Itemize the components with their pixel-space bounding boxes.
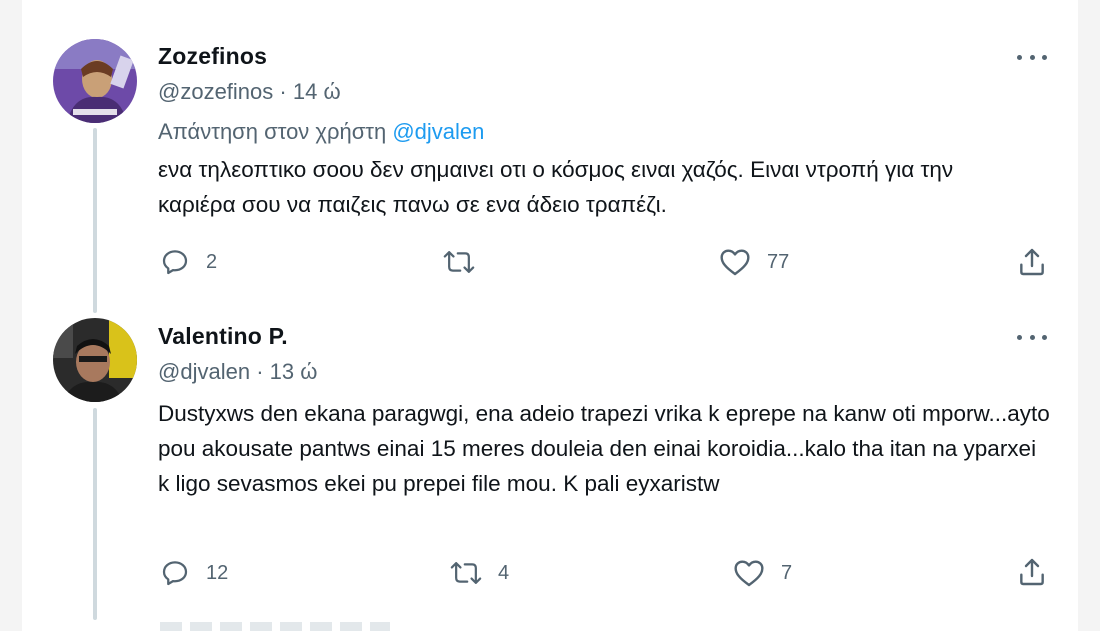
author-name[interactable]: Valentino P. <box>158 323 288 350</box>
share-icon <box>1020 248 1044 276</box>
more-icon[interactable] <box>1017 327 1047 347</box>
thread-line-top <box>93 128 97 313</box>
thread-line-bottom <box>93 408 97 620</box>
tweet-text: ενα τηλεοπτικο σοου δεν σημαινει οτι ο κ… <box>158 157 954 217</box>
tweet-time[interactable]: 14 ώ <box>293 79 341 104</box>
tweet-time[interactable]: 13 ώ <box>270 359 318 384</box>
like-button[interactable]: 77 <box>719 247 789 277</box>
reply-to-prefix: Απάντηση στον χρήστη <box>158 119 387 144</box>
reply-to-mention[interactable]: @djvalen <box>392 119 484 144</box>
next-tweet-cutoff <box>160 622 390 631</box>
avatar-zozefinos[interactable] <box>53 39 137 123</box>
retweet-button[interactable] <box>443 247 491 277</box>
like-icon <box>734 560 764 587</box>
retweet-icon <box>443 251 475 273</box>
like-button[interactable]: 7 <box>733 558 792 588</box>
share-icon <box>1020 558 1044 586</box>
tweet-text: Dustyxws den ekana paragwgi, ena adeio t… <box>158 401 1050 496</box>
author-handle[interactable]: @djvalen <box>158 359 250 384</box>
author-name[interactable]: Zozefinos <box>158 43 267 70</box>
share-button[interactable] <box>1016 246 1048 278</box>
reply-to-line: Απάντηση στον χρήστη @djvalen <box>158 119 484 145</box>
avatar-djvalen[interactable] <box>53 318 137 402</box>
separator: · <box>256 359 264 384</box>
reply-button[interactable]: 12 <box>160 558 228 588</box>
more-icon[interactable] <box>1017 47 1047 67</box>
author-handle[interactable]: @zozefinos <box>158 79 273 104</box>
like-count: 77 <box>767 250 790 273</box>
share-button[interactable] <box>1016 556 1048 588</box>
reply-button[interactable]: 2 <box>160 247 217 277</box>
separator: · <box>279 79 287 104</box>
like-icon <box>720 249 750 276</box>
retweet-button[interactable]: 4 <box>450 558 509 588</box>
author-handle-time: @zozefinos · 14 ώ <box>158 79 341 105</box>
retweet-icon <box>450 562 482 584</box>
like-count: 7 <box>781 561 793 584</box>
reply-count: 12 <box>206 561 229 584</box>
reply-icon <box>162 561 188 586</box>
reply-icon <box>162 250 188 275</box>
retweet-count: 4 <box>498 561 510 584</box>
author-handle-time: @djvalen · 13 ώ <box>158 359 317 385</box>
reply-count: 2 <box>206 250 218 273</box>
